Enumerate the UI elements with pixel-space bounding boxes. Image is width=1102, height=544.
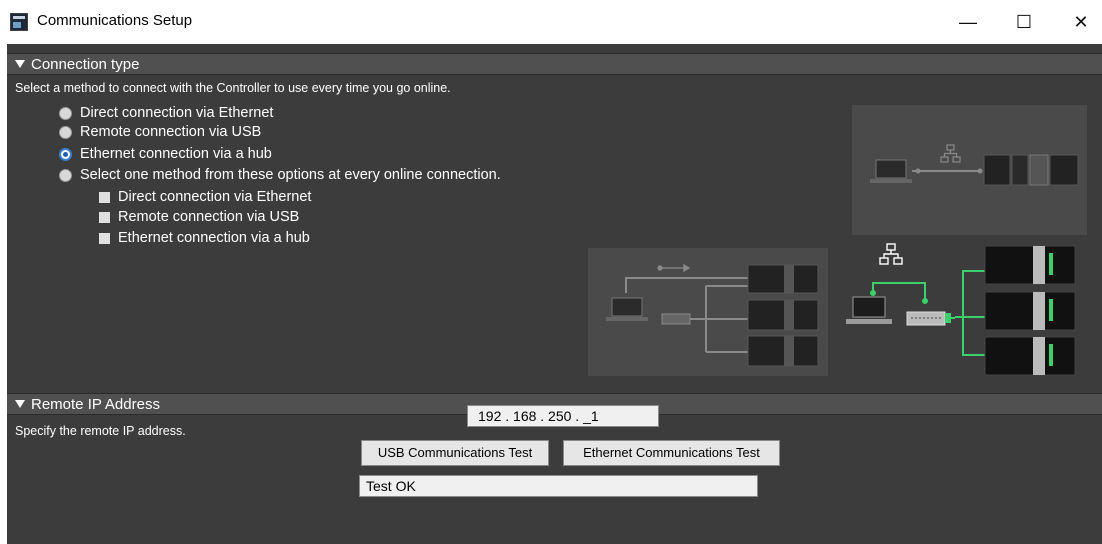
test-result-field: Test OK [359, 475, 758, 497]
radio-remote-usb[interactable]: Remote connection via USB [59, 122, 261, 142]
checkbox[interactable] [99, 191, 110, 203]
radio-label: Direct connection via Ethernet [80, 105, 274, 121]
checkbox[interactable] [99, 211, 110, 223]
close-button[interactable]: ✕ [1058, 6, 1102, 38]
remote-ip-header-label: Remote IP Address [31, 396, 160, 413]
title-bar: Communications Setup — ☐ ✕ [0, 0, 1102, 44]
switch-icon [661, 313, 691, 325]
radio-label: Select one method from these options at … [80, 167, 501, 183]
remote-ip-description: Specify the remote IP address. [15, 424, 186, 438]
connection-type-header-label: Connection type [31, 56, 140, 73]
checkbox[interactable] [99, 232, 110, 244]
collapse-triangle-icon [15, 60, 25, 68]
controller-rack-icon [747, 264, 819, 367]
checkbox-direct-ethernet[interactable]: Direct connection via Ethernet [99, 187, 311, 207]
checkbox-label: Remote connection via USB [118, 209, 300, 225]
ip-address-field[interactable]: 192 . 168 . 250 . _1 [467, 405, 659, 427]
dialog-body: Connection type Select a method to conne… [7, 44, 1102, 544]
controller-rack-icon [984, 245, 1076, 376]
radio-ethernet-hub[interactable]: Ethernet connection via a hub [59, 144, 272, 164]
remote-usb-diagram [588, 248, 828, 376]
radio-button[interactable] [59, 125, 72, 139]
radio-label: Remote connection via USB [80, 124, 262, 140]
maximize-button[interactable]: ☐ [1001, 6, 1047, 38]
radio-direct-ethernet[interactable]: Direct connection via Ethernet [59, 103, 273, 123]
laptop-icon [606, 297, 648, 321]
app-icon [10, 13, 28, 31]
radio-button-selected[interactable] [59, 147, 72, 161]
radio-select-each-time[interactable]: Select one method from these options at … [59, 165, 501, 185]
left-border [0, 44, 7, 544]
checkbox-label: Direct connection via Ethernet [118, 189, 312, 205]
window-title: Communications Setup [37, 12, 193, 29]
radio-button[interactable] [59, 106, 72, 120]
collapse-triangle-icon [15, 400, 25, 408]
network-hub-icon [879, 243, 903, 265]
ethernet-hub-diagram [846, 243, 1076, 376]
laptop-icon [846, 296, 892, 324]
connection-type-description: Select a method to connect with the Cont… [15, 81, 451, 95]
radio-button[interactable] [59, 168, 72, 182]
minimize-button[interactable]: — [945, 6, 991, 38]
checkbox-label: Ethernet connection via a hub [118, 230, 310, 246]
switch-icon [906, 311, 946, 326]
usb-communications-test-button[interactable]: USB Communications Test [361, 440, 549, 466]
direct-ethernet-diagram [852, 105, 1087, 235]
ethernet-communications-test-button[interactable]: Ethernet Communications Test [563, 440, 780, 466]
checkbox-ethernet-hub[interactable]: Ethernet connection via a hub [99, 228, 310, 248]
laptop-icon [870, 159, 912, 183]
radio-label: Ethernet connection via a hub [80, 146, 272, 162]
controller-rack-icon [983, 154, 1079, 186]
connection-type-header[interactable]: Connection type [7, 53, 1102, 75]
checkbox-remote-usb[interactable]: Remote connection via USB [99, 207, 299, 227]
